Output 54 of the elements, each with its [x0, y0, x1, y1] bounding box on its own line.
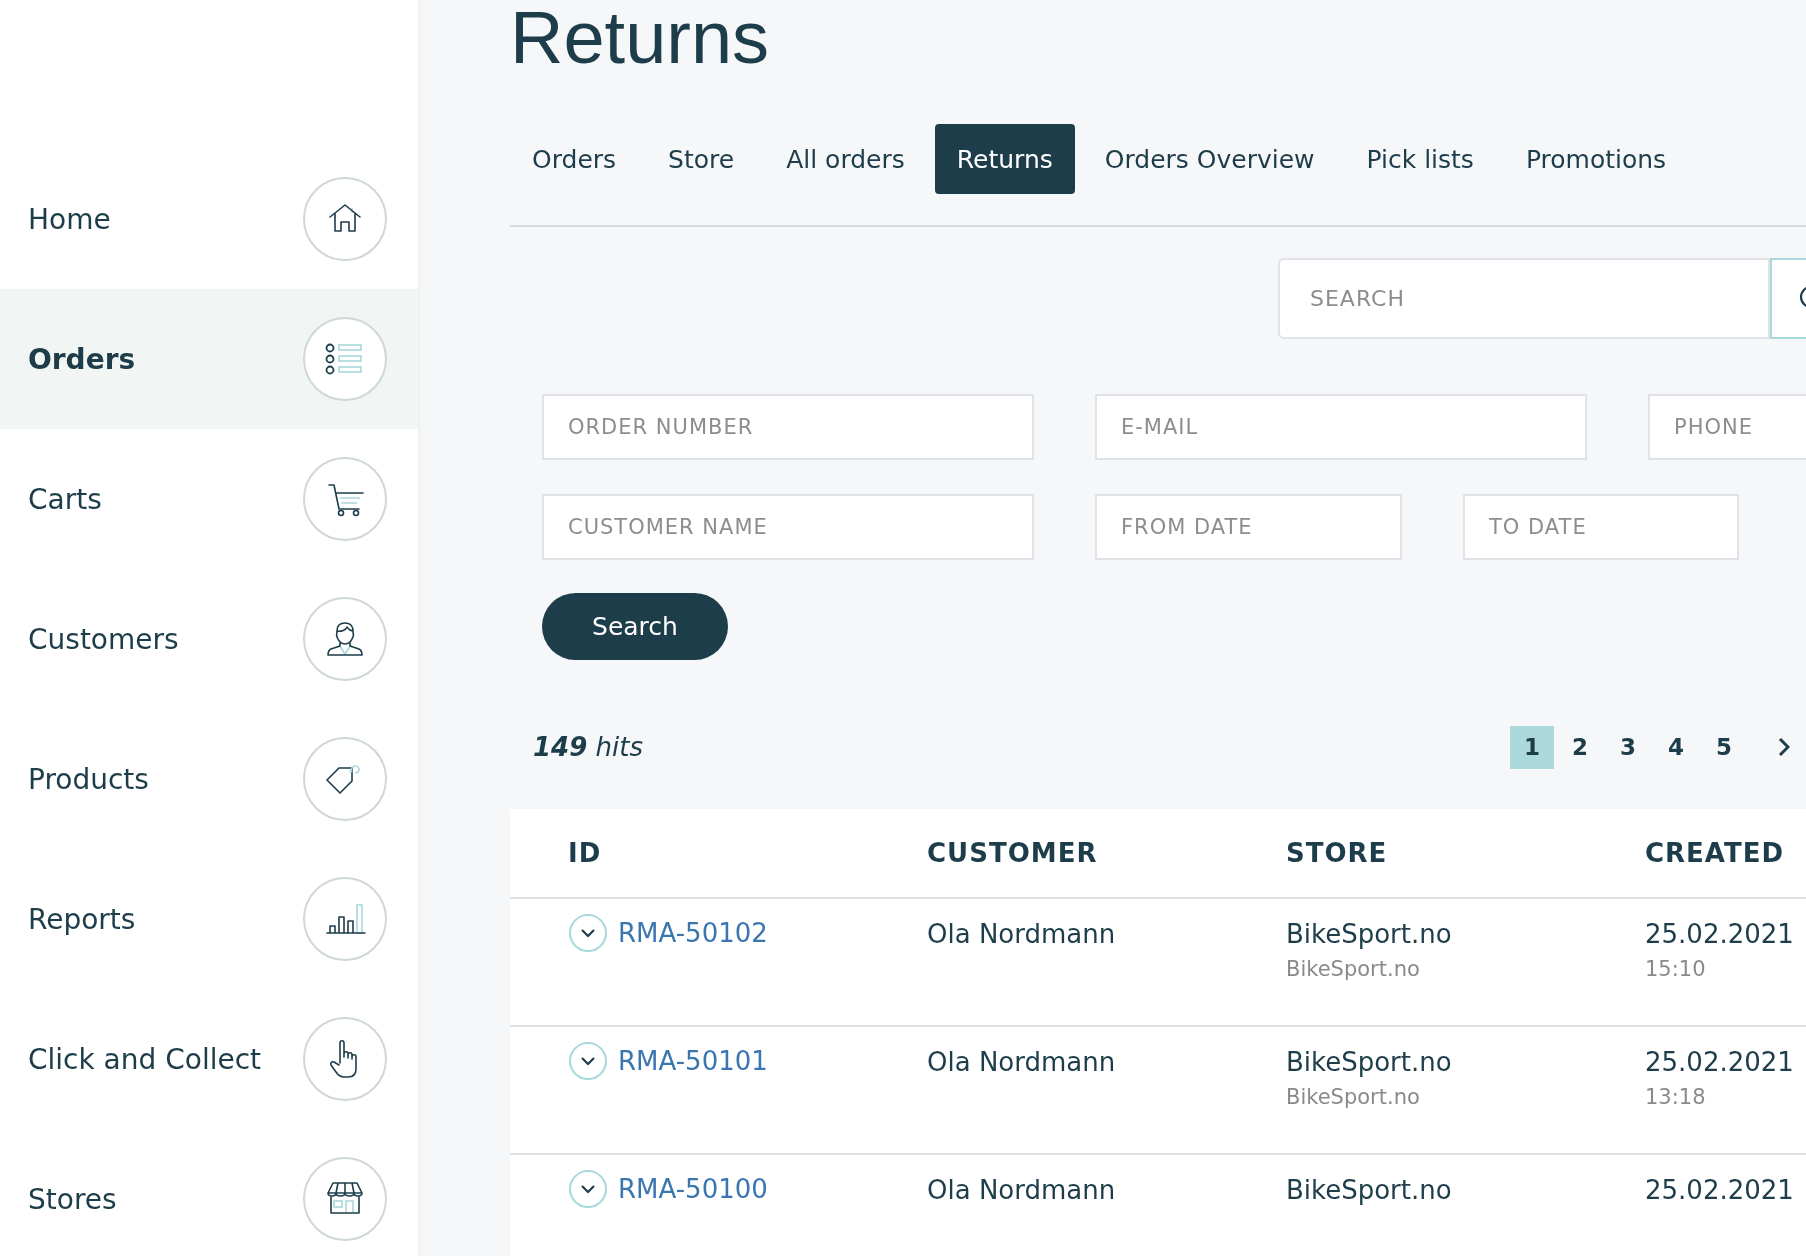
page-link[interactable]: 2	[1558, 725, 1602, 769]
table-cell-text: Ola Nordmann	[927, 1047, 1117, 1077]
filter-field[interactable]: CUSTOMER NAME	[542, 494, 1034, 560]
sidebar-item[interactable]: Home	[0, 149, 418, 289]
table-cell-text: 25.02.2021	[1645, 919, 1795, 949]
table-cell-text: 13:18	[1645, 1085, 1707, 1109]
filter-field[interactable]: TO DATE	[1463, 494, 1739, 560]
tab[interactable]: Pick lists	[1344, 124, 1496, 194]
tab[interactable]: All orders	[764, 124, 927, 194]
table-cell-text: BikeSport.no	[1286, 1047, 1453, 1077]
expand-icon[interactable]	[568, 913, 608, 953]
search-button[interactable]: Search	[542, 593, 728, 660]
expand-icon[interactable]	[568, 1169, 608, 1209]
table-cell-text: 25.02.2021	[1645, 1047, 1795, 1077]
table-cell-text: Ola Nordmann	[927, 919, 1117, 949]
tab[interactable]: Returns	[934, 124, 1075, 194]
hits-count: 149 hits	[532, 732, 644, 762]
page-title: Returns	[510, 0, 771, 76]
table-cell-text: BikeSport.no	[1286, 919, 1453, 949]
search-field[interactable]: SEARCH	[1278, 258, 1770, 339]
filter-field[interactable]: PHONE	[1648, 394, 1806, 460]
table-cell-text: 25.02.2021	[1645, 1175, 1795, 1205]
table-cell-text: BikeSport.no	[1286, 1085, 1421, 1109]
tab[interactable]: Orders Overview	[1082, 124, 1337, 194]
tab[interactable]: Store	[646, 124, 757, 194]
table-cell-text: BikeSport.no	[1286, 1175, 1453, 1205]
return-id-link[interactable]: RMA-50100	[618, 1174, 768, 1204]
return-id-link[interactable]: RMA-50101	[618, 1046, 768, 1076]
filter-field[interactable]: ORDER NUMBER	[542, 394, 1034, 460]
table-cell-text: BikeSport.no	[1286, 957, 1421, 981]
table-cell-text: Ola Nordmann	[927, 1175, 1117, 1205]
sidebar-item[interactable]: Stores	[0, 1129, 418, 1256]
sidebar-item[interactable]: Reports	[0, 849, 418, 989]
page-link[interactable]: 5	[1702, 725, 1746, 769]
sidebar-item[interactable]: Products	[0, 709, 418, 849]
sidebar-item[interactable]: Click and Collect	[0, 989, 418, 1129]
filter-field[interactable]: FROM DATE	[1095, 494, 1402, 560]
sidebar-item[interactable]: Carts	[0, 429, 418, 569]
tab[interactable]: Promotions	[1503, 124, 1689, 194]
sidebar-item[interactable]: Customers	[0, 569, 418, 709]
table-cell-text: 15:10	[1645, 957, 1707, 981]
filter-field[interactable]: E-MAIL	[1095, 394, 1587, 460]
tab[interactable]: Orders	[510, 124, 639, 194]
page-link[interactable]: 1	[1510, 725, 1554, 769]
column-header: CUSTOMER	[927, 838, 1099, 868]
page-link[interactable]: 3	[1606, 725, 1650, 769]
column-header: STORE	[1286, 838, 1389, 868]
column-header: CREATED	[1645, 838, 1786, 868]
column-header: ID	[568, 838, 603, 868]
return-id-link[interactable]: RMA-50102	[618, 918, 768, 948]
sidebar-item[interactable]: Orders	[0, 289, 418, 429]
page-link[interactable]: 4	[1654, 725, 1698, 769]
chevron-right-icon[interactable]	[1778, 737, 1790, 757]
expand-icon[interactable]	[568, 1041, 608, 1081]
